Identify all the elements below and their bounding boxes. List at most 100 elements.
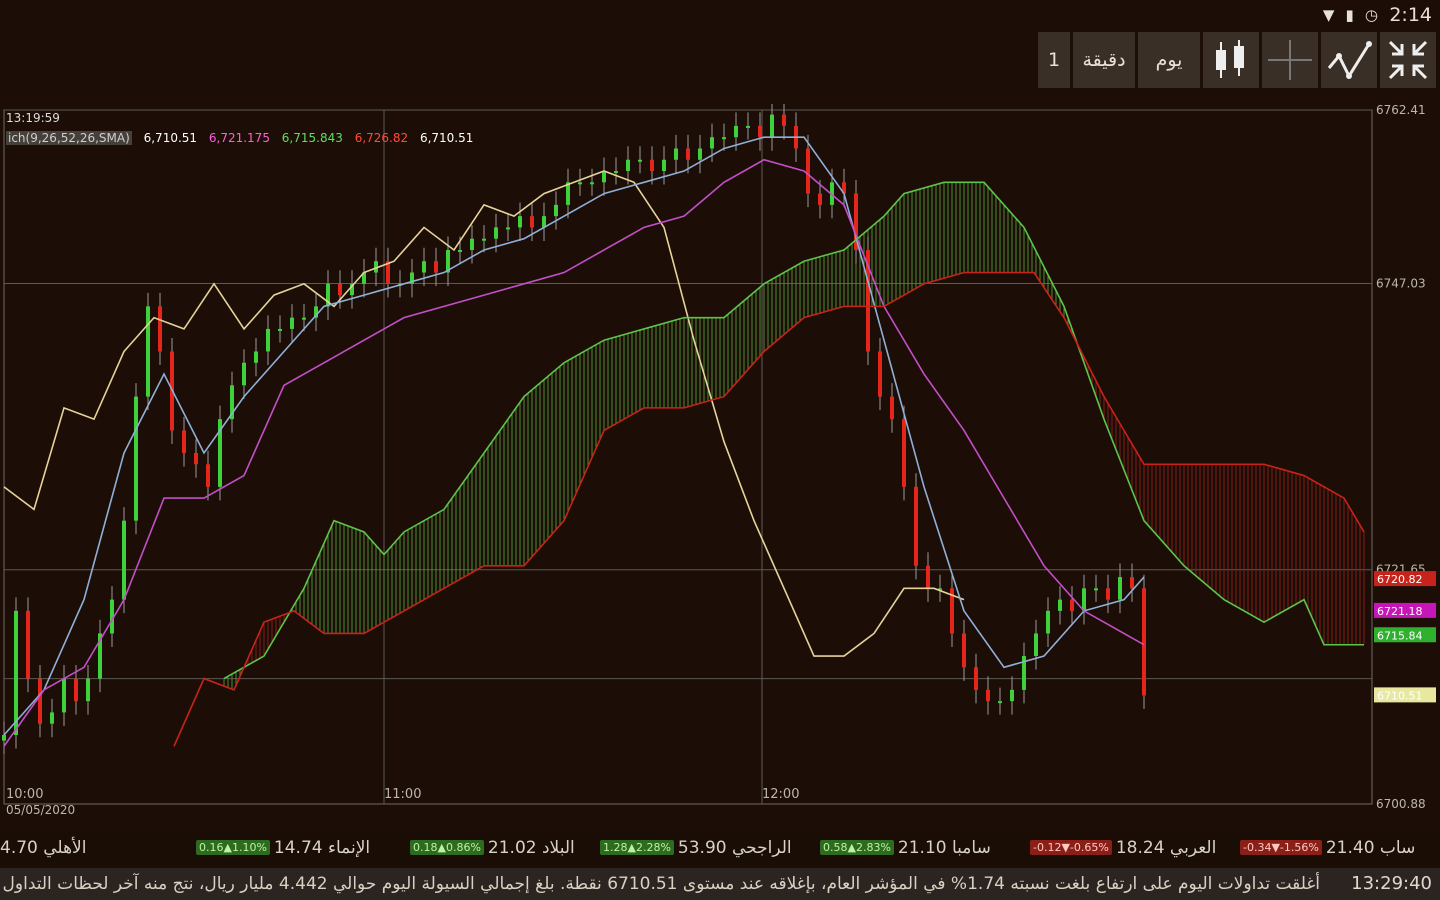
ticker-item[interactable]: -0.12▼-0.65% 18.24 العربي (1030, 838, 1216, 858)
candle-body (698, 148, 702, 160)
crosshair-icon (1268, 40, 1312, 80)
candle-body (74, 678, 78, 702)
candle-body (302, 317, 306, 320)
line-chart-icon (1327, 41, 1372, 80)
collapse-icon (1388, 40, 1428, 80)
ichimoku-chart[interactable]: 6762.416747.036721.656700.886720.826721.… (0, 104, 1440, 828)
candle-body (722, 137, 726, 140)
candle-body (1034, 633, 1038, 657)
candle-body (422, 261, 426, 273)
ticker-item[interactable]: -0.34▼-1.56% 21.40 ساب (1240, 838, 1415, 858)
candle-body (338, 283, 342, 296)
candle-body (890, 396, 894, 420)
candle-body (50, 712, 54, 724)
ticker-name: سامبا (951, 838, 991, 858)
ticker-change-badge: 0.58▲2.83% (820, 840, 894, 855)
minute-interval-button[interactable]: دقيقة (1073, 32, 1135, 88)
candle-body (470, 238, 474, 250)
candle-body (1070, 599, 1074, 611)
candle-body (518, 216, 522, 228)
candle-body (746, 125, 750, 128)
candle-body (2, 734, 6, 741)
candle-body (782, 114, 786, 126)
ticker-price: 21.10 (897, 838, 952, 858)
candle-body (590, 182, 594, 185)
candle-body (806, 148, 810, 194)
candle-body (602, 171, 606, 183)
candle-body (638, 159, 642, 162)
news-time: 13:29:40 (1351, 873, 1432, 894)
candlestick-icon (1216, 40, 1244, 78)
status-time: 2:14 (1389, 4, 1432, 26)
ticker-item[interactable]: 4.70 الأهلي (0, 838, 86, 858)
ticker-change-badge: 1.28▲2.28% (600, 840, 674, 855)
chart-area[interactable]: 6762.41 6747.03 6721.65 6700.88 6720.82 6721.… (0, 104, 1440, 828)
candle-body (14, 610, 18, 735)
candle-body (578, 182, 582, 185)
ticker-price: 14.74 (273, 838, 328, 858)
candle-body (674, 148, 678, 160)
candle-body (266, 328, 270, 352)
ticker-item[interactable]: 0.18▲0.86% 21.02 البلاد (410, 838, 575, 858)
day-interval-button[interactable]: يوم (1138, 32, 1200, 88)
series-line-tenkan (3, 136, 1145, 736)
indicator-value-4: 6,726.82 (354, 131, 409, 145)
chart-toolbar: 1 دقيقة يوم (1038, 32, 1436, 88)
candle-body (686, 148, 690, 160)
candle-body (134, 396, 138, 521)
ticker-item[interactable]: 0.16▲1.10% 14.74 الإنماء (196, 838, 370, 858)
line-chart-button[interactable] (1321, 32, 1377, 88)
indicator-value-5: 6,710.51 (419, 131, 474, 145)
candle-body (758, 125, 762, 138)
plot-frame (3, 109, 1373, 805)
candle-body (614, 171, 618, 174)
chart-timestamp: 13:19:59 (6, 111, 60, 125)
candle-body (62, 678, 66, 713)
candle-body (902, 419, 906, 487)
candle-body (974, 667, 978, 690)
candle-body (122, 520, 126, 600)
candle-body (278, 328, 282, 331)
candle-body (1142, 588, 1146, 696)
wifi-icon: ▼ (1322, 6, 1335, 24)
candle-body (818, 193, 822, 205)
stock-ticker[interactable]: -0.34▼-1.56% 21.40 ساب -0.12▼-0.65% 18.24 ا… (0, 833, 1440, 863)
candle-body (146, 306, 150, 397)
candle-body (878, 351, 882, 397)
news-text: أغلقت تداولات اليوم على ارتفاع بلغت نسبت… (0, 874, 1320, 894)
ticker-item[interactable]: 1.28▲2.28% 53.90 الراجحي (600, 838, 792, 858)
candle-body (1058, 599, 1062, 611)
ticker-change-badge: 0.16▲1.10% (196, 840, 270, 855)
chart-date-label: 05/05/2020 (6, 803, 75, 817)
candle-body (86, 678, 90, 702)
candle-body (482, 238, 486, 241)
candle-body (1106, 588, 1110, 600)
candle-body (1046, 610, 1050, 634)
series-line-kijun (3, 158, 1145, 747)
clock-icon: ◷ (1364, 6, 1378, 24)
status-bar: ▼ ▮ ◷ 2:14 (1140, 0, 1440, 30)
news-bar[interactable]: أغلقت تداولات اليوم على ارتفاع بلغت نسبت… (0, 868, 1440, 900)
indicator-value-1: 6,710.51 (143, 131, 198, 145)
candlestick-button[interactable] (1203, 32, 1259, 88)
collapse-button[interactable] (1380, 32, 1436, 88)
crosshair-button[interactable] (1262, 32, 1318, 88)
ticker-price: 4.70 (0, 838, 44, 858)
ticker-item[interactable]: 0.58▲2.83% 21.10 سامبا (820, 838, 991, 858)
y-tick-label: 6700.88 (1376, 797, 1426, 811)
ticker-price: 21.02 (487, 838, 542, 858)
candle-body (194, 452, 198, 465)
period-value-button[interactable]: 1 (1038, 32, 1070, 88)
ticker-name: الأهلي (43, 838, 87, 858)
candle-body (1082, 588, 1086, 611)
status-icons: ▼ ▮ ◷ (1317, 5, 1378, 24)
x-tick-label: 12:00 (762, 787, 799, 802)
indicator-value-2: 6,721.175 (208, 131, 270, 145)
battery-icon: ▮ (1345, 6, 1354, 24)
candle-body (554, 204, 558, 217)
price-tag-label: 6721.18 (1377, 605, 1423, 618)
candle-body (914, 486, 918, 566)
price-tag-label: 6715.84 (1377, 629, 1423, 642)
ticker-change-badge: 0.18▲0.86% (410, 840, 484, 855)
ticker-name: الراجحي (731, 838, 792, 858)
